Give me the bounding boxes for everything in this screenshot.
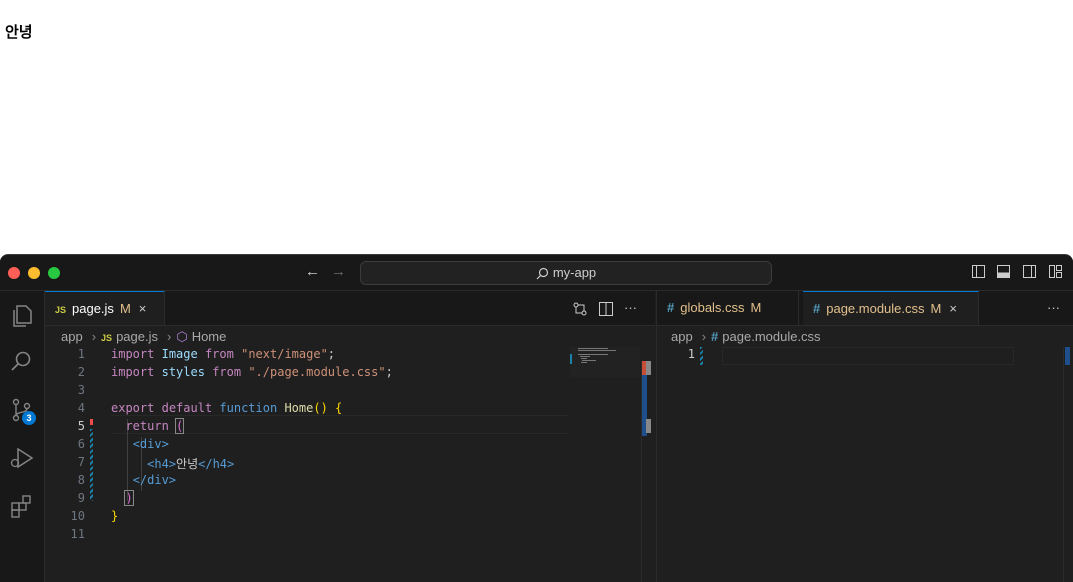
line-number: 1 [77, 347, 85, 361]
tab-label: page.js [72, 301, 114, 316]
split-editor-icon[interactable] [599, 302, 613, 316]
line-number: 11 [70, 527, 85, 541]
vscode-window: ← → my-app 3 JS page.js M × ··· app › JS… [0, 254, 1073, 582]
breadcrumb: app › # page.module.css [671, 329, 825, 344]
tab-globals-css[interactable]: # globals.css M [657, 291, 799, 325]
current-line-highlight [722, 347, 1014, 365]
vertical-scrollbar[interactable] [641, 361, 656, 582]
line-number-current: 5 [77, 419, 85, 433]
editor-group-right: # globals.css M # page.module.css M × ··· app… [656, 291, 1073, 582]
toggle-primary-sidebar-icon[interactable] [972, 265, 985, 278]
modified-indicator: M [119, 301, 131, 316]
search-icon [536, 267, 548, 280]
scroll-thumb-marker [646, 361, 651, 375]
css-file-icon: # [813, 301, 821, 316]
line-number: 9 [77, 491, 85, 505]
tab-label: page.module.css [826, 301, 925, 316]
scroll-modified-ruler [1065, 347, 1070, 365]
line-number: 4 [77, 401, 85, 415]
code-line-2: import styles from "./page.module.css"; [111, 365, 393, 379]
modified-lines-marker [90, 429, 93, 501]
line-number-current: 1 [687, 347, 695, 361]
chevron-right-icon: › [166, 329, 172, 344]
chevron-right-icon: › [701, 329, 707, 344]
minimap[interactable] [570, 347, 640, 377]
line-number: 3 [77, 383, 85, 397]
source-control-badge: 3 [22, 411, 36, 425]
code-line-9: ) [124, 490, 134, 506]
toggle-secondary-sidebar-icon[interactable] [1023, 265, 1036, 278]
code-line-5: return ( [125, 418, 185, 434]
tab-bar: # globals.css M # page.module.css M × ··· [657, 291, 1073, 326]
explorer-icon[interactable] [9, 303, 35, 329]
editor-group-left: JS page.js M × ··· app › JS page.js › ⬡ Home 1 2 … [45, 291, 655, 582]
tab-page-js[interactable]: JS page.js M × [45, 291, 165, 325]
toggle-panel-icon[interactable] [997, 265, 1010, 278]
tab-page-module-css[interactable]: # page.module.css M × [803, 291, 979, 325]
close-icon[interactable]: × [139, 301, 147, 316]
breadcrumb: app › JS page.js › ⬡ Home [61, 329, 230, 345]
breadcrumb-symbol[interactable]: Home [192, 329, 227, 344]
tab-bar: JS page.js M × ··· [45, 291, 655, 326]
minimize-window-button[interactable] [28, 267, 40, 279]
code-line-4: export default function Home() { [111, 401, 343, 415]
code-line-8: </div> [132, 473, 177, 487]
css-file-icon: # [711, 329, 719, 344]
breadcrumb-folder[interactable]: app [61, 329, 83, 344]
more-actions-icon[interactable]: ··· [624, 300, 637, 315]
breadcrumb-folder[interactable]: app [671, 329, 693, 344]
page-heading: 안녕 [5, 23, 33, 41]
js-file-icon: JS [55, 305, 67, 315]
vertical-scrollbar[interactable] [1063, 347, 1073, 582]
code-line-6: <div> [132, 437, 169, 451]
code-line-10: } [111, 509, 119, 523]
title-bar: ← → my-app [0, 255, 1073, 291]
breadcrumb-file[interactable]: page.module.css [722, 329, 820, 344]
close-window-button[interactable] [8, 267, 20, 279]
customize-layout-icon[interactable] [1049, 265, 1062, 278]
breadcrumb-file[interactable]: page.js [116, 329, 158, 344]
tab-label: globals.css [680, 300, 745, 315]
command-center-label: my-app [552, 265, 597, 280]
close-icon[interactable]: × [949, 301, 957, 316]
zoom-window-button[interactable] [48, 267, 60, 279]
chevron-right-icon: › [91, 329, 97, 344]
open-changes-icon[interactable] [573, 302, 587, 316]
extensions-icon[interactable] [9, 493, 35, 519]
search-icon[interactable] [9, 349, 35, 375]
modified-lines-marker [700, 347, 703, 365]
code-line-1: import Image from "next/image"; [111, 347, 336, 361]
css-file-icon: # [667, 300, 675, 315]
modified-indicator: M [750, 300, 762, 315]
arrow-right-icon[interactable]: → [331, 263, 346, 280]
code-line-7: <h4>안녕</h4> [147, 457, 235, 471]
symbol-component-icon: ⬡ [176, 329, 188, 344]
line-number: 10 [70, 509, 85, 523]
js-file-icon: JS [101, 333, 113, 343]
run-and-debug-icon[interactable] [9, 445, 35, 471]
arrow-left-icon[interactable]: ← [305, 263, 320, 280]
deleted-line-marker [90, 419, 93, 425]
modified-indicator: M [930, 301, 942, 316]
line-number: 7 [77, 455, 85, 469]
line-number: 2 [77, 365, 85, 379]
activity-bar: 3 [0, 291, 45, 582]
scroll-thumb-marker [646, 419, 651, 433]
line-number: 6 [77, 437, 85, 451]
more-actions-icon[interactable]: ··· [1047, 300, 1060, 315]
command-center-search[interactable]: my-app [360, 261, 772, 285]
line-number: 8 [77, 473, 85, 487]
browser-preview: 안녕 [0, 0, 1073, 253]
